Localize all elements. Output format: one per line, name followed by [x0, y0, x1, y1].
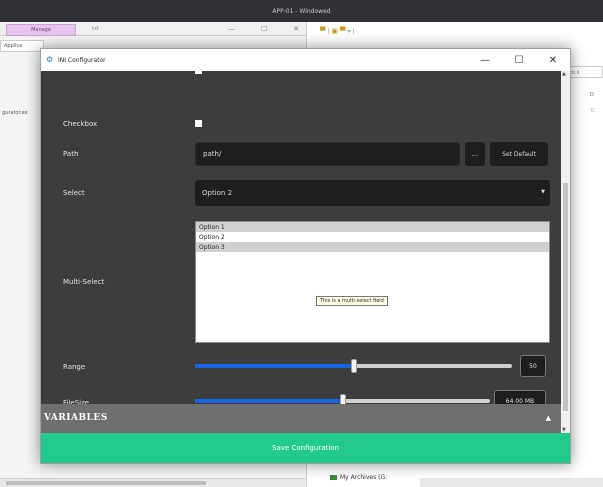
path-label: Path	[63, 150, 79, 158]
close-button[interactable]: ✕	[536, 49, 570, 71]
folder-icon[interactable]: ▀	[340, 27, 345, 35]
background-window-title: APP-01 - Windowed	[272, 7, 331, 15]
minimize-button[interactable]: —	[468, 49, 502, 71]
ini-configurator-dialog: ⚙ INI Configurator — ☐ ✕ Checkbox Path p…	[40, 48, 571, 464]
background-close-icon[interactable]: ✕	[293, 25, 299, 33]
select-value: Option 2	[202, 189, 233, 197]
background-titlebar: APP-01 - Windowed	[0, 0, 603, 22]
dialog-window-controls: — ☐ ✕	[468, 49, 570, 71]
variables-section-header[interactable]: VARIABLES ▲	[41, 404, 561, 433]
app-icon: ⚙	[46, 55, 54, 64]
multiselect-option[interactable]: Option 1	[196, 222, 549, 232]
select-label: Select	[63, 189, 85, 197]
slider-handle[interactable]	[351, 359, 357, 373]
multiselect-label: Multi-Select	[63, 278, 105, 286]
background-txt-tab[interactable]: txt	[92, 26, 99, 32]
checkbox-input[interactable]	[195, 120, 202, 127]
config-form: Checkbox Path path/ ... Set Default Sele…	[41, 71, 561, 433]
background-explorer-toolbar: ▀ | ▣ ▀ ▾ |	[306, 24, 603, 38]
background-scroll-thumb[interactable]	[6, 481, 206, 485]
multiselect-option-label: Option 3	[199, 243, 225, 251]
background-horizontal-scrollbar[interactable]	[0, 478, 305, 487]
maximize-button[interactable]: ☐	[502, 49, 536, 71]
checkbox-label: Checkbox	[63, 120, 98, 128]
scroll-up-icon[interactable]: ▲	[562, 71, 566, 77]
save-configuration-button[interactable]: Save Configuration	[41, 433, 570, 463]
multiselect-tooltip: This is a multi-select field	[316, 296, 388, 306]
background-manage-tab[interactable]: Manage	[6, 24, 76, 36]
toolbar-separator: ▾ |	[347, 27, 355, 35]
folder-icon[interactable]: ▀	[320, 27, 325, 35]
toolbar-separator: |	[327, 27, 330, 35]
background-file-label: gurator.ex	[2, 110, 28, 116]
drive-icon	[330, 475, 337, 480]
checkbox-partial[interactable]	[195, 71, 202, 74]
chevron-up-icon: ▲	[545, 414, 551, 422]
background-column-d: D	[590, 92, 594, 98]
range-label: Range	[63, 363, 86, 371]
select-dropdown[interactable]: Option 2 ▼	[195, 180, 550, 206]
multiselect-option[interactable]: Option 3	[196, 242, 549, 252]
path-input[interactable]: path/	[195, 142, 460, 166]
slider-fill	[195, 399, 343, 403]
multiselect-option[interactable]: Option 2	[196, 232, 549, 242]
set-default-button[interactable]: Set Default	[490, 142, 548, 166]
dialog-vertical-scrollbar[interactable]: ▲ ▼	[561, 71, 570, 433]
background-window-controls: — ☐ ✕	[228, 25, 299, 33]
background-applic-tab[interactable]: Applica	[0, 40, 44, 52]
document-icon[interactable]: ▣	[331, 27, 338, 35]
browse-button[interactable]: ...	[465, 142, 485, 166]
range-slider[interactable]	[195, 358, 512, 374]
chevron-down-icon: ▼	[541, 189, 545, 195]
variables-title: VARIABLES	[44, 413, 108, 423]
scroll-thumb[interactable]	[563, 183, 568, 411]
dialog-titlebar: ⚙ INI Configurator — ☐ ✕	[41, 49, 570, 71]
background-drive-item[interactable]: My Archives (G:	[330, 474, 387, 481]
background-manage-tab-label: Manage	[31, 27, 51, 33]
multiselect-option-label: Option 2	[199, 233, 225, 241]
slider-fill	[195, 364, 354, 368]
multiselect-listbox[interactable]: Option 1 Option 2 Option 3 This is a mul…	[195, 221, 550, 343]
path-input-value: path/	[203, 150, 222, 158]
background-column-tc: TC	[590, 108, 596, 113]
background-horizontal-scrollbar-right[interactable]	[420, 478, 603, 487]
background-maximize-icon[interactable]: ☐	[261, 25, 267, 33]
dialog-title: INI Configurator	[58, 56, 106, 64]
background-minimize-icon[interactable]: —	[228, 25, 235, 33]
range-value[interactable]: 50	[520, 355, 546, 377]
background-drive-label: My Archives (G:	[340, 474, 388, 481]
multiselect-option-label: Option 1	[199, 223, 225, 231]
